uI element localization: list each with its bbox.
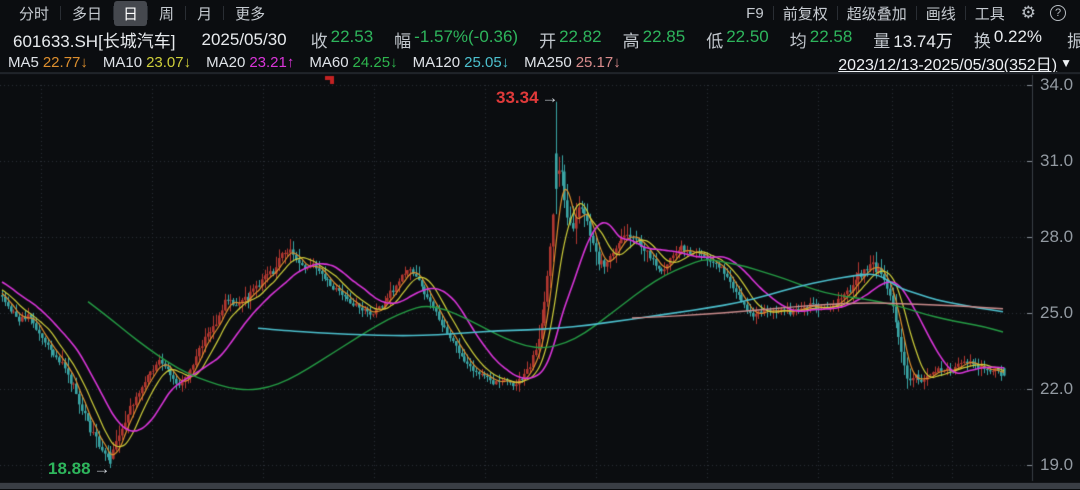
quote-field-低: 低22.50 xyxy=(706,27,769,52)
ma-item-ma60: MA60 24.25↓ xyxy=(309,54,397,71)
quote-field-振: 振… xyxy=(1067,27,1080,52)
y-axis-label: 19.0 xyxy=(1040,455,1080,475)
field-value: 22.58 xyxy=(810,27,853,52)
ma-value: 23.07↓ xyxy=(146,54,191,71)
tool-forward-adjust[interactable]: 前复权 xyxy=(774,1,837,26)
field-label: 幅 xyxy=(394,27,411,52)
period-tabs: 分时多日日周月更多 xyxy=(8,0,276,26)
ma-item-ma120: MA12025.05↓ xyxy=(413,54,510,71)
date-range-selector[interactable]: 2023/12/13-2025/05/30(352日) ▼ xyxy=(838,51,1072,75)
ma-item-ma5: MA522.77↓ xyxy=(8,54,88,71)
field-label: 换 xyxy=(974,27,991,52)
field-value: 0.22% xyxy=(994,27,1042,52)
ma-label: MA5 xyxy=(8,54,39,71)
annotation-period-high: 33.34 → xyxy=(496,88,559,108)
ma-item-ma250: MA25025.17↓ xyxy=(524,54,621,71)
ma-value: 25.17↓ xyxy=(576,54,621,71)
period-low-value: 18.88 xyxy=(48,459,91,479)
tool-super-overlay[interactable]: 超级叠加 xyxy=(838,1,916,26)
candlestick-chart[interactable] xyxy=(0,73,1080,490)
quote-bar: 601633.SH[长城汽车] 2025/05/30 收22.53 幅-1.57%… xyxy=(0,26,1080,53)
ma-label: MA10 xyxy=(103,54,142,71)
field-label: 开 xyxy=(539,27,556,52)
field-label: 量 xyxy=(873,27,890,52)
field-label: 高 xyxy=(623,27,640,52)
tool-tools[interactable]: 工具 xyxy=(966,1,1014,26)
quote-field-量: 量13.74万 xyxy=(873,27,953,52)
y-axis-label: 22.0 xyxy=(1040,379,1080,399)
tab-multiday[interactable]: 多日 xyxy=(61,1,113,26)
field-value: -1.57%(-0.36) xyxy=(414,27,518,52)
ma-label: MA20 xyxy=(206,54,245,71)
ma-value: 22.77↓ xyxy=(43,54,88,71)
tab-minute[interactable]: 分时 xyxy=(8,1,60,26)
tab-month[interactable]: 月 xyxy=(186,1,223,26)
tab-day[interactable]: 日 xyxy=(114,1,147,26)
ma-item-ma20: MA2023.21↑ xyxy=(206,54,294,71)
quote-field-收: 收22.53 xyxy=(311,27,374,52)
y-axis-label: 28.0 xyxy=(1040,227,1080,247)
field-value: 22.85 xyxy=(643,27,686,52)
ma-value: 23.21↑ xyxy=(249,54,294,71)
caret-down-icon: ▼ xyxy=(1060,56,1072,70)
tab-week[interactable]: 周 xyxy=(148,1,185,26)
quote-field-均: 均22.58 xyxy=(790,27,853,52)
arrow-right-icon: → xyxy=(94,459,111,479)
tool-draw-line[interactable]: 画线 xyxy=(917,1,965,26)
field-label: 均 xyxy=(790,27,807,52)
ma-indicator-bar: MA522.77↓MA1023.07↓MA2023.21↑MA6024.25↓M… xyxy=(0,53,1080,72)
period-high-value: 33.34 xyxy=(496,88,539,108)
top-toolbar: 分时多日日周月更多 F9前复权超级叠加画线工具⚙? xyxy=(0,0,1080,26)
field-label: 收 xyxy=(311,27,328,52)
ma-values: MA522.77↓MA1023.07↓MA2023.21↑MA6024.25↓M… xyxy=(8,54,636,71)
tab-more[interactable]: 更多 xyxy=(224,1,276,26)
quote-field-高: 高22.85 xyxy=(623,27,686,52)
ma-label: MA250 xyxy=(524,54,572,71)
quote-field-开: 开22.82 xyxy=(539,27,602,52)
field-label: 低 xyxy=(706,27,723,52)
tool-f9[interactable]: F9 xyxy=(737,3,773,24)
arrow-right-icon: → xyxy=(542,88,559,108)
quote-field-幅: 幅-1.57%(-0.36) xyxy=(394,27,518,52)
annotation-period-low: 18.88 → xyxy=(48,459,111,479)
y-axis-label: 25.0 xyxy=(1040,303,1080,323)
ma-label: MA120 xyxy=(413,54,461,71)
chart-scrollbar[interactable] xyxy=(0,482,1080,489)
field-label: 振 xyxy=(1067,27,1080,52)
ma-item-ma10: MA1023.07↓ xyxy=(103,54,191,71)
date-range-text: 2023/12/13-2025/05/30(352日) xyxy=(838,51,1057,75)
symbol-label: 601633.SH[长城汽车] xyxy=(13,27,176,52)
field-value: 22.53 xyxy=(331,27,374,52)
field-value: 22.82 xyxy=(559,27,602,52)
ma-label: MA60 xyxy=(309,54,348,71)
field-value: 13.74万 xyxy=(893,27,953,52)
field-value: 22.50 xyxy=(726,27,769,52)
help-icon[interactable]: ? xyxy=(1050,5,1066,21)
gear-icon[interactable]: ⚙ xyxy=(1014,3,1043,23)
ma-value: 25.05↓ xyxy=(464,54,509,71)
toolbar-tools: F9前复权超级叠加画线工具⚙? xyxy=(737,0,1072,26)
y-axis-label: 31.0 xyxy=(1040,151,1080,171)
ma-value: 24.25↓ xyxy=(353,54,398,71)
quote-fields: 收22.53幅-1.57%(-0.36)开22.82高22.85低22.50均2… xyxy=(311,27,1080,52)
chart-area: 34.0 31.0 28.0 25.0 22.0 19.0 33.34 → 18.88 → xyxy=(0,72,1080,489)
quote-date: 2025/05/30 xyxy=(202,30,287,50)
quote-field-换: 换0.22% xyxy=(974,27,1042,52)
y-axis-label: 34.0 xyxy=(1040,75,1080,95)
